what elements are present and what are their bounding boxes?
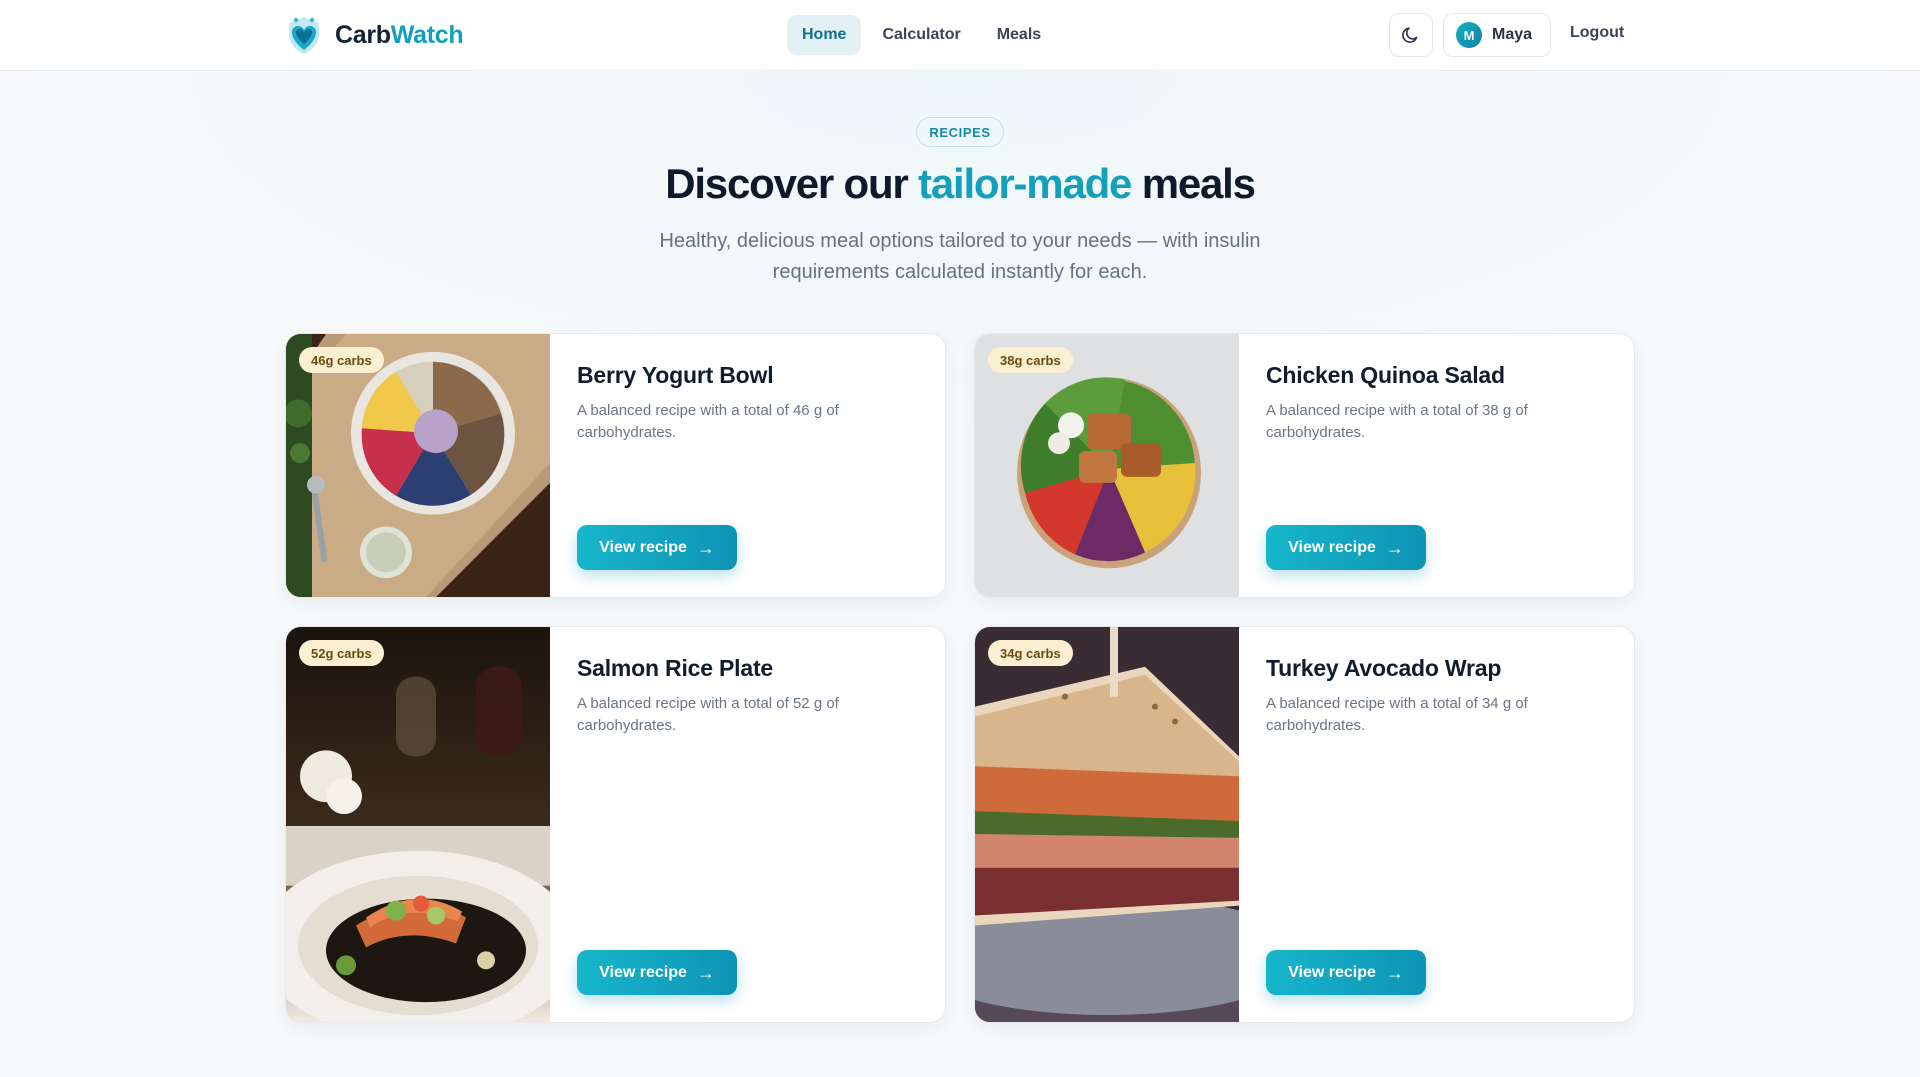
carb-count-badge: 52g carbs bbox=[299, 640, 384, 666]
meal-card: 52g carbs Salmon Rice Plate A balanced r… bbox=[285, 626, 946, 1023]
avatar: M bbox=[1456, 22, 1482, 48]
carb-count-badge: 34g carbs bbox=[988, 640, 1073, 666]
meal-description: A balanced recipe with a total of 52 g o… bbox=[577, 695, 839, 734]
meal-card: 46g carbs Berry Yogurt Bowl A balanced r… bbox=[285, 333, 946, 598]
meal-description: A balanced recipe with a total of 46 g o… bbox=[577, 402, 839, 441]
carb-count-badge: 38g carbs bbox=[988, 347, 1073, 373]
meal-image: 34g carbs bbox=[975, 627, 1239, 1022]
meal-title: Turkey Avocado Wrap bbox=[1266, 655, 1502, 681]
heart-shield-logo-icon bbox=[289, 17, 319, 54]
carb-count-badge: 46g carbs bbox=[299, 347, 384, 373]
meal-title: Chicken Quinoa Salad bbox=[1266, 362, 1505, 388]
section-eyebrow-badge: RECIPES bbox=[916, 117, 1004, 147]
meal-card-body: Turkey Avocado Wrap A balanced recipe wi… bbox=[1266, 627, 1610, 1022]
meal-card-body: Berry Yogurt Bowl A balanced recipe with… bbox=[577, 334, 921, 597]
theme-toggle-button[interactable] bbox=[1389, 13, 1433, 57]
arrow-right-icon: → bbox=[696, 962, 715, 983]
meal-description: A balanced recipe with a total of 34 g o… bbox=[1266, 695, 1528, 734]
arrow-right-icon: → bbox=[1385, 962, 1404, 983]
view-recipe-button[interactable]: View recipe → bbox=[577, 525, 737, 570]
meal-image: 52g carbs bbox=[286, 627, 550, 1022]
meal-title: Berry Yogurt Bowl bbox=[577, 362, 774, 388]
moon-icon bbox=[1402, 27, 1418, 43]
page-title: Discover our tailor-made meals bbox=[665, 160, 1256, 207]
user-menu-button[interactable]: M Maya bbox=[1443, 13, 1552, 57]
chicken-quinoa-salad-photo bbox=[975, 334, 1239, 597]
page-subtitle: Healthy, delicious meal options tailored… bbox=[659, 230, 1261, 283]
view-recipe-button[interactable]: View recipe → bbox=[1266, 950, 1426, 995]
brand-name: CarbWatch bbox=[335, 20, 464, 49]
meal-image: 38g carbs bbox=[975, 334, 1239, 597]
meal-card: 34g carbs Turkey Avocado Wrap A balanced… bbox=[974, 626, 1635, 1023]
meal-image: 46g carbs bbox=[286, 334, 550, 597]
meal-title: Salmon Rice Plate bbox=[577, 655, 774, 681]
nav-link-calculator[interactable]: Calculator bbox=[867, 15, 975, 55]
nav-link-meals[interactable]: Meals bbox=[982, 15, 1056, 55]
view-recipe-button[interactable]: View recipe → bbox=[1266, 525, 1426, 570]
nav-link-home[interactable]: Home bbox=[787, 15, 862, 55]
top-navbar: CarbWatch Home Calculator Meals M Maya L… bbox=[0, 0, 1920, 71]
arrow-right-icon: → bbox=[696, 537, 715, 558]
brand-logo-link[interactable]: CarbWatch bbox=[283, 14, 464, 56]
main-nav: Home Calculator Meals bbox=[787, 15, 1056, 55]
user-name: Maya bbox=[1492, 26, 1533, 43]
logout-link[interactable]: Logout bbox=[1570, 24, 1624, 42]
turkey-avocado-wrap-photo bbox=[975, 627, 1239, 1022]
salmon-rice-plate-photo bbox=[286, 627, 550, 1022]
meal-card-body: Salmon Rice Plate A balanced recipe with… bbox=[577, 627, 921, 1022]
berry-yogurt-bowl-photo bbox=[286, 334, 550, 597]
arrow-right-icon: → bbox=[1385, 537, 1404, 558]
meal-description: A balanced recipe with a total of 38 g o… bbox=[1266, 402, 1528, 441]
meal-card: 38g carbs Chicken Quinoa Salad A balance… bbox=[974, 333, 1635, 598]
meal-card-body: Chicken Quinoa Salad A balanced recipe w… bbox=[1266, 334, 1610, 597]
view-recipe-button[interactable]: View recipe → bbox=[577, 950, 737, 995]
